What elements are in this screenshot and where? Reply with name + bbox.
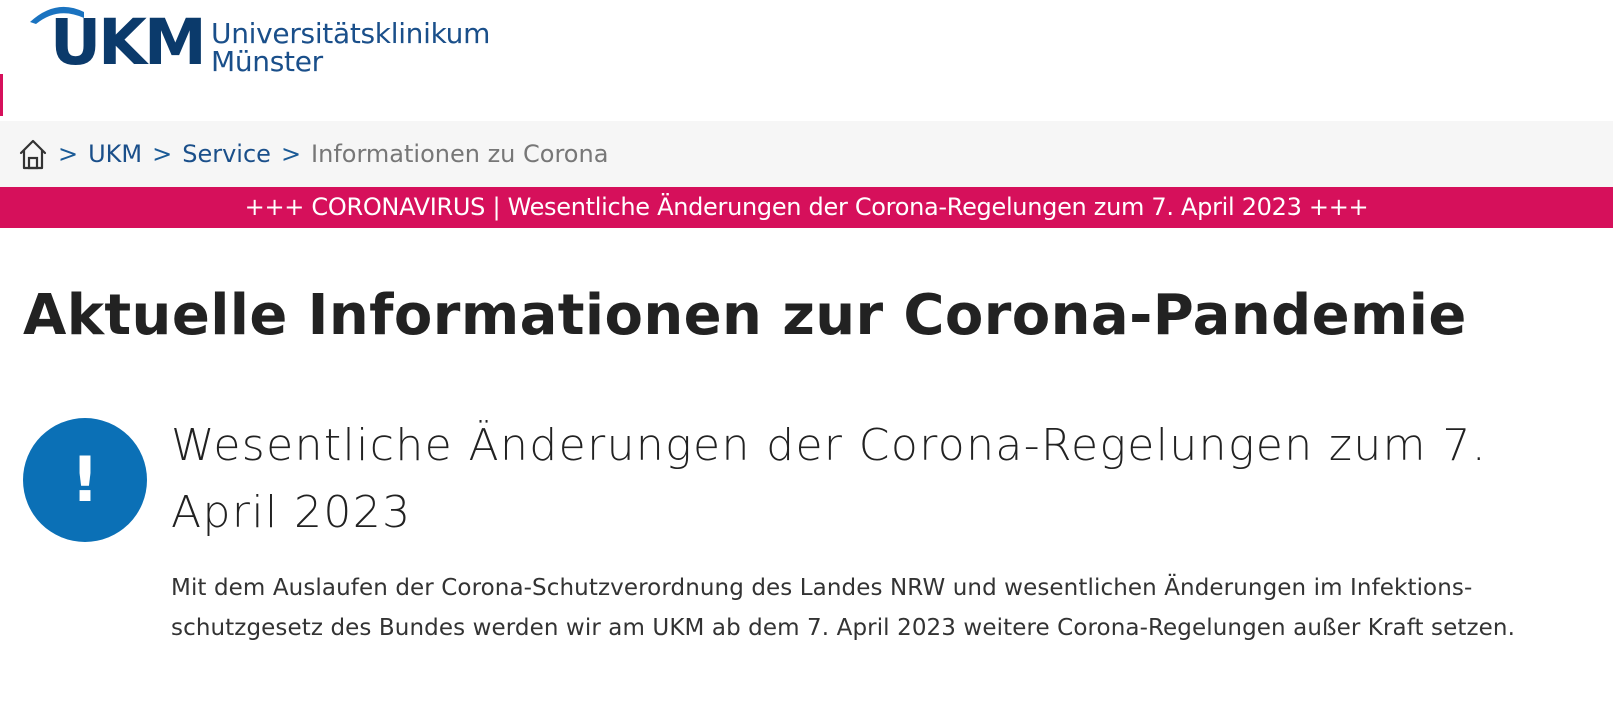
notice-heading: Wesentliche Änderungen der Corona-Regelu… — [171, 420, 1488, 538]
breadcrumb-item-service[interactable]: Service — [182, 140, 271, 168]
breadcrumb-item-current: Informationen zu Corona — [311, 140, 609, 168]
exclamation-icon: ! — [70, 443, 100, 516]
site-header: UKM Universitätsklinikum Münster — [0, 0, 1613, 121]
header-accent-bar — [0, 74, 3, 116]
breadcrumb-separator: > — [280, 140, 302, 168]
corona-announcement-banner[interactable]: +++ CORONAVIRUS | Wesentliche Änderungen… — [0, 187, 1613, 228]
breadcrumb-item-ukm[interactable]: UKM — [88, 140, 142, 168]
logo-abbrev: UKM — [50, 6, 207, 79]
notice-icon: ! — [23, 418, 147, 542]
page-title: Aktuelle Informationen zur Corona-Pandem… — [23, 283, 1467, 348]
home-icon — [19, 139, 47, 170]
logo-name-line2: Münster — [211, 45, 323, 78]
breadcrumb-separator: > — [152, 140, 173, 168]
breadcrumb: > UKM > Service > Informationen zu Coron… — [0, 121, 1613, 187]
logo-name-line1: Universitätsklinikum — [211, 17, 491, 50]
notice-body: Mit dem Auslaufen der Corona-Schutzveror… — [171, 575, 1516, 641]
breadcrumb-home[interactable] — [18, 137, 48, 171]
breadcrumb-separator: > — [58, 140, 79, 168]
logo-name: Universitätsklinikum Münster — [211, 20, 490, 76]
